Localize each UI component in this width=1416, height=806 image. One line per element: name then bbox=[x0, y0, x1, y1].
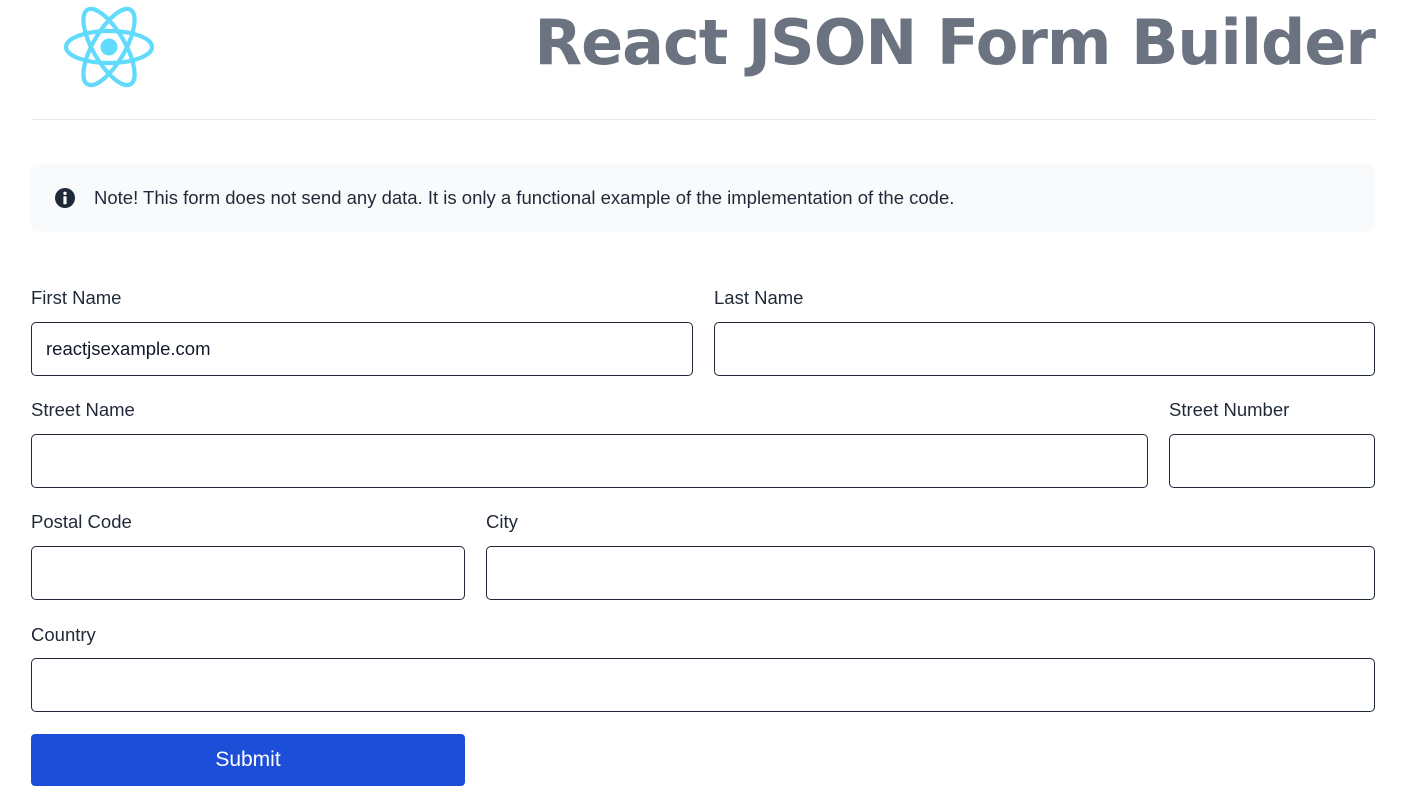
street-number-label: Street Number bbox=[1169, 399, 1290, 420]
postal-code-label: Postal Code bbox=[31, 511, 132, 532]
first-name-input[interactable] bbox=[31, 322, 693, 376]
header: React JSON Form Builder bbox=[31, 0, 1376, 120]
city-input[interactable] bbox=[486, 546, 1375, 600]
country-input[interactable] bbox=[31, 658, 1375, 712]
info-note: Note! This form does not send any data. … bbox=[31, 164, 1375, 232]
country-label: Country bbox=[31, 624, 96, 645]
react-atom-icon bbox=[63, 6, 155, 88]
postal-code-input[interactable] bbox=[31, 546, 465, 600]
info-circle-icon bbox=[54, 187, 76, 209]
note-text: Note! This form does not send any data. … bbox=[94, 187, 955, 208]
last-name-input[interactable] bbox=[714, 322, 1375, 376]
submit-button[interactable]: Submit bbox=[31, 734, 465, 786]
street-name-input[interactable] bbox=[31, 434, 1148, 488]
page: React JSON Form Builder Note! This form … bbox=[0, 0, 1416, 806]
last-name-label: Last Name bbox=[714, 287, 804, 308]
street-name-label: Street Name bbox=[31, 399, 135, 420]
first-name-label: First Name bbox=[31, 287, 122, 308]
page-title: React JSON Form Builder bbox=[534, 6, 1376, 79]
city-label: City bbox=[486, 511, 518, 532]
street-number-input[interactable] bbox=[1169, 434, 1375, 488]
